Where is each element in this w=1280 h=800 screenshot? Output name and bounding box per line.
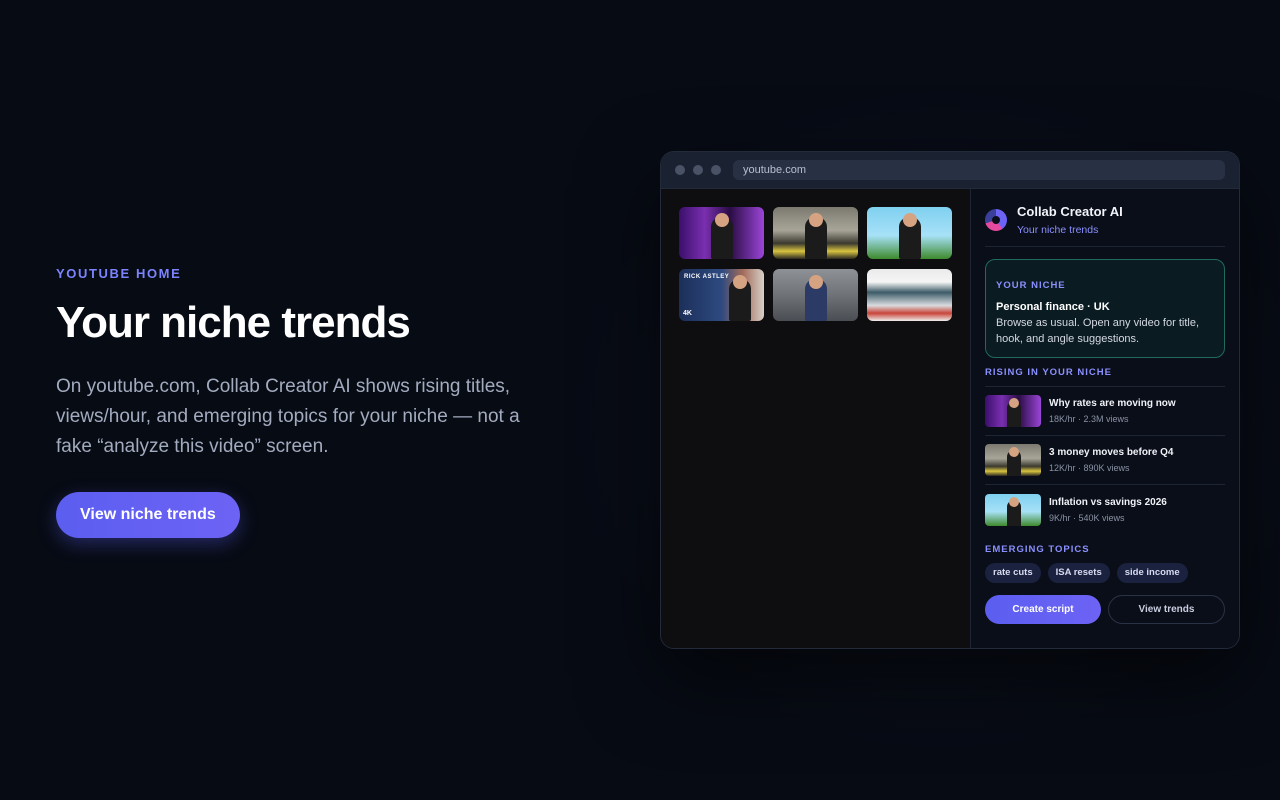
trend-title: Inflation vs savings 2026 [1049, 496, 1167, 508]
app-name: Collab Creator AI [1017, 204, 1123, 219]
video-thumbnail[interactable]: RICK ASTLEY 4K [679, 269, 764, 321]
trend-thumbnail [985, 395, 1041, 427]
thumbnail-face-image [1009, 447, 1019, 457]
trend-title: Why rates are moving now [1049, 398, 1176, 409]
view-niche-trends-button[interactable]: View niche trends [56, 492, 240, 539]
trend-meta: 18K/hr · 2.3M views [1049, 414, 1129, 424]
video-thumbnail-grid: RICK ASTLEY 4K [679, 207, 952, 321]
niche-card-label: YOUR NICHE [996, 280, 1066, 291]
collab-logo-icon [985, 209, 1007, 231]
list-item[interactable]: Inflation vs savings 2026 9K/hr · 540K v… [985, 485, 1225, 534]
collab-creator-panel: Collab Creator AI Your niche trends YOUR… [971, 189, 1239, 648]
topics-section-label: EMERGING TOPICS [985, 544, 1090, 555]
thumbnail-face-image [1009, 398, 1019, 408]
video-thumbnail[interactable] [867, 269, 952, 321]
panel-header: Collab Creator AI Your niche trends [985, 203, 1225, 247]
window-minimize-dot[interactable] [693, 165, 703, 175]
browser-toolbar: youtube.com [661, 152, 1239, 189]
trend-title: 3 money moves before Q4 [1049, 447, 1174, 458]
video-thumbnail[interactable] [679, 207, 764, 259]
topic-chip[interactable]: side income [1116, 563, 1188, 583]
create-script-button[interactable]: Create script [985, 595, 1101, 624]
trend-meta: 9K/hr · 540K views [1049, 512, 1125, 523]
window-close-dot[interactable] [675, 165, 685, 175]
thumbnail-face-image [809, 213, 823, 227]
youtube-home-feed: RICK ASTLEY 4K [661, 189, 971, 648]
hero-section: YOUTUBE HOME Your niche trends On youtub… [56, 266, 576, 539]
thumbnail-quality-badge: 4K [683, 310, 692, 317]
list-item[interactable]: Why rates are moving now 18K/hr · 2.3M v… [985, 387, 1225, 436]
topic-chip[interactable]: rate cuts [985, 563, 1041, 583]
video-thumbnail[interactable] [773, 269, 858, 321]
hero-title: Your niche trends [56, 298, 411, 347]
niche-description: Browse as usual. Open any video for titl… [996, 317, 1199, 345]
trend-thumbnail [985, 444, 1041, 476]
hero-description: On youtube.com, Collab Creator AI shows … [56, 376, 520, 458]
window-maximize-dot[interactable] [711, 165, 721, 175]
your-niche-card: YOUR NICHE Personal finance · UK Browse … [985, 259, 1225, 358]
trend-meta: 12K/hr · 890K views [1049, 463, 1130, 473]
thumbnail-title-text: RICK ASTLEY [684, 274, 730, 280]
address-bar[interactable]: youtube.com [733, 160, 1225, 180]
thumbnail-face-image [715, 213, 729, 227]
list-item[interactable]: 3 money moves before Q4 12K/hr · 890K vi… [985, 436, 1225, 485]
rising-section-label: RISING IN YOUR NICHE [985, 367, 1112, 378]
view-trends-button[interactable]: View trends [1108, 595, 1225, 624]
thumbnail-face-image [903, 213, 917, 227]
niche-name: Personal finance · UK [996, 301, 1110, 313]
thumbnail-face-image [1009, 496, 1019, 507]
topic-chip[interactable]: ISA resets [1047, 563, 1110, 583]
panel-actions: Create script View trends [985, 595, 1225, 624]
hero-eyebrow: YOUTUBE HOME [56, 266, 182, 281]
thumbnail-face-image [733, 275, 747, 289]
video-thumbnail[interactable] [773, 207, 858, 259]
emerging-topic-chips: rate cuts ISA resets side income [985, 563, 1225, 583]
video-thumbnail[interactable] [867, 207, 952, 259]
browser-window: youtube.com RICK ASTLEY 4K Collab Creato… [660, 151, 1240, 649]
trend-thumbnail [985, 493, 1041, 526]
app-subtitle: Your niche trends [1017, 224, 1099, 236]
rising-video-list: Why rates are moving now 18K/hr · 2.3M v… [985, 386, 1225, 534]
thumbnail-face-image [809, 275, 823, 289]
browser-content: RICK ASTLEY 4K Collab Creator AI Your ni… [661, 189, 1239, 648]
